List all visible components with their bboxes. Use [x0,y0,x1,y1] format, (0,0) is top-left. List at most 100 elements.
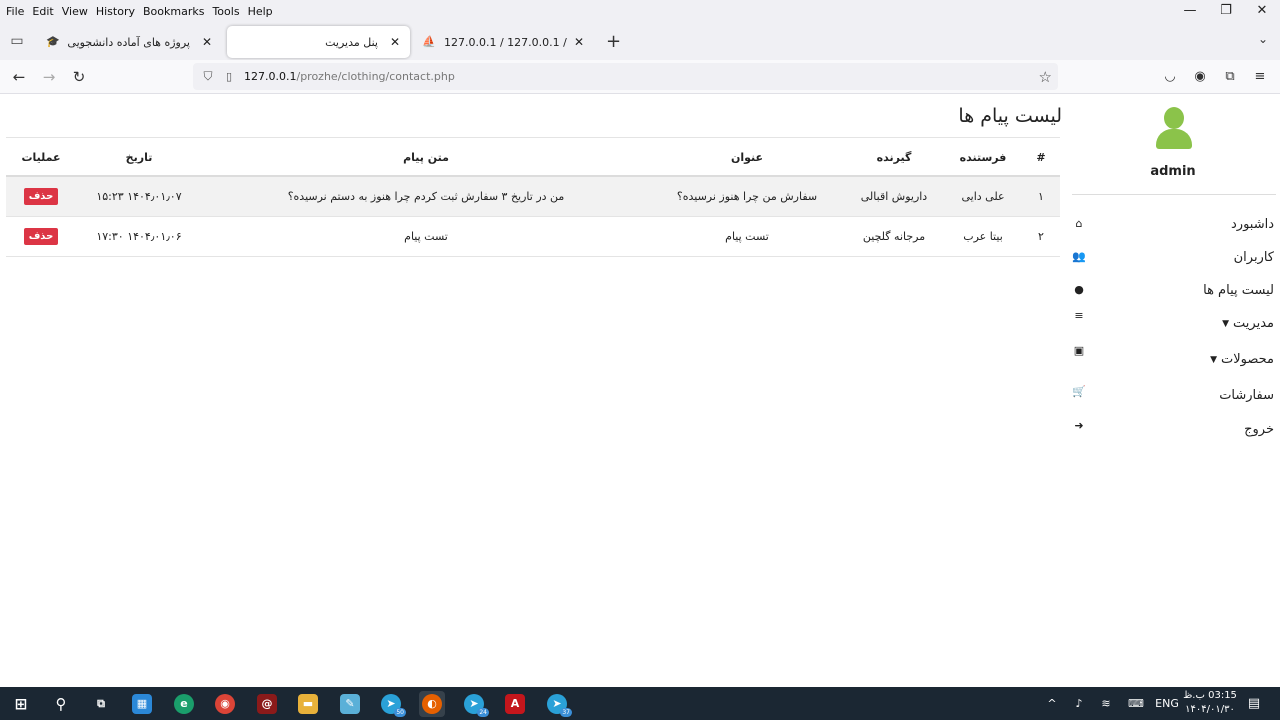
sidebar-item-dashboard[interactable]: ⌂ داشبورد [1070,217,1276,239]
bookmark-star-icon[interactable]: ☆ [1039,68,1052,86]
column-header-receiver: گیرنده [844,139,944,177]
tab-phpmyadmin[interactable]: ⛵ 127.0.0.1 / 127.0.0.1 / watch / u ✕ [414,26,594,58]
pocket-icon[interactable]: ◡ [1160,67,1180,87]
delete-button[interactable]: حذف [23,187,59,205]
chevron-down-icon[interactable]: ⌄ [1258,32,1268,46]
tab-title: پروژه های آماده دانشجویی [67,35,190,49]
row-actions: حذف [6,216,76,257]
sidebar-item-label: کاربران [1233,250,1274,265]
chrome-icon[interactable]: ◉ [212,691,238,717]
volume-icon[interactable]: ♪ [1070,687,1088,720]
sidebar-item-label: محصولات ▼ [1210,352,1274,367]
clock-date: ۱۴۰۴/۰۱/۳۰ [1185,704,1235,715]
window-controls: — ❐ ✕ [1172,0,1280,22]
sidebar-item-label: لیست پیام ها [1203,283,1274,298]
cart-icon: 🛒 [1072,385,1086,398]
telegram-icon[interactable]: ➤ 24 [461,691,489,717]
row-sender: بیتا عرب [944,216,1022,257]
column-header-sender: فرستنده [944,139,1022,177]
store-icon[interactable]: ▦ [129,691,155,717]
close-tab-icon[interactable]: ✕ [570,35,588,49]
row-number: ۱ [1022,176,1060,217]
page-title: لیست پیام ها [958,105,1062,127]
edge-icon[interactable]: e [171,691,197,717]
app-red-icon[interactable]: @ [254,691,280,717]
delete-button[interactable]: حذف [23,227,59,245]
sidebar-item-messages[interactable]: ● لیست پیام ها [1070,283,1276,305]
tab-title: پنل مدیریت [325,35,378,49]
page-icon[interactable]: ▯ [222,70,236,83]
column-header-date: تاریخ [76,139,202,177]
table-header-row: # فرستنده گیرنده عنوان متن پیام تاریخ عم… [6,139,1060,177]
notepad-icon[interactable]: ✎ [337,691,363,717]
url-text[interactable]: 127.0.0.1/prozhe/clothing/contact.php [244,70,455,83]
wifi-icon[interactable]: ≋ [1097,687,1115,720]
row-date: ۱۴۰۴٫۰۱٫۰۷ ۱۵:۲۳ [76,176,202,217]
menu-items: File Edit View History Bookmarks Tools H… [0,5,277,18]
acrobat-icon[interactable]: A [502,691,528,717]
sidebar-item-management[interactable]: ≡ مدیریت▼ [1070,309,1276,338]
restore-icon[interactable]: ❐ [1208,0,1244,22]
nav-bar: ← → ↻ ⛉ ▯ 127.0.0.1/prozhe/clothing/cont… [0,60,1280,94]
sidebar-item-label: داشبورد [1231,217,1274,232]
telegram-icon[interactable]: ➤ 50 [378,691,406,717]
extensions-icon[interactable]: ⧉ [1220,67,1240,87]
chevron-up-icon[interactable]: ^ [1044,687,1060,720]
menu-tools[interactable]: Tools [208,5,243,18]
windows-start-icon[interactable]: ⊞ [8,691,34,717]
menu-view[interactable]: View [58,5,92,18]
tab-admin-panel[interactable]: پنل مدیریت ✕ [227,26,410,58]
file-explorer-icon[interactable]: ▬ [295,691,321,717]
title-divider [6,137,1060,138]
reload-icon[interactable]: ↻ [68,66,90,88]
box-icon: ▣ [1073,344,1085,357]
menu-edit[interactable]: Edit [28,5,57,18]
sidebar-item-users[interactable]: 👥 کاربران [1070,250,1276,272]
phpmyadmin-icon: ⛵ [422,35,436,48]
row-receiver: مرجانه گلچین [844,216,944,257]
tab-projects[interactable]: 🎓 پروژه های آماده دانشجویی ✕ [38,26,222,58]
task-view-icon[interactable]: ⧉ [88,691,114,717]
users-icon: 👥 [1072,250,1086,263]
column-header-number: # [1022,139,1060,177]
hamburger-menu-icon[interactable]: ≡ [1250,67,1270,87]
row-receiver: داریوش اقبالی [844,176,944,217]
telegram-badge: 50 [394,708,406,717]
messages-table: # فرستنده گیرنده عنوان متن پیام تاریخ عم… [6,139,1060,257]
management-label: مدیریت [1233,316,1274,331]
menu-bookmarks[interactable]: Bookmarks [139,5,208,18]
url-bar[interactable]: ⛉ ▯ 127.0.0.1/prozhe/clothing/contact.ph… [193,63,1058,90]
close-tab-icon[interactable]: ✕ [198,35,216,49]
language-indicator[interactable]: ENG [1154,687,1180,720]
taskbar: ⊞ ⚲ ⧉ ▦ e ◉ @ ▬ ✎ ➤ 50 ◐ ➤ 24 A ➤ 37 ^ ♪ ≋ … [0,687,1280,720]
tab-bar: ▭ 🎓 پروژه های آماده دانشجویی ✕ پنل مدیری… [0,22,1280,60]
forward-icon[interactable]: → [38,66,60,88]
keyboard-icon[interactable]: ⌨ [1124,687,1148,720]
firefox-icon[interactable]: ◐ [419,691,445,717]
telegram-icon[interactable]: ➤ 37 [544,691,572,717]
minimize-icon[interactable]: — [1172,0,1208,22]
sidebar-item-products[interactable]: ▣ محصولات ▼ [1070,344,1276,374]
back-icon[interactable]: ← [8,66,30,88]
clock[interactable]: 03:15 ب.ظ ۱۴۰۴/۰۱/۳۰ [1180,689,1240,717]
menu-help[interactable]: Help [244,5,277,18]
admin-username: admin [1150,164,1196,179]
close-window-icon[interactable]: ✕ [1244,0,1280,22]
shield-icon[interactable]: ⛉ [200,69,216,84]
menu-history[interactable]: History [92,5,139,18]
comment-icon: ● [1074,283,1084,296]
account-icon[interactable]: ◉ [1190,67,1210,87]
sidebar-item-orders[interactable]: 🛒 سفارشات [1070,385,1276,410]
menu-file[interactable]: File [2,5,28,18]
search-icon[interactable]: ⚲ [48,691,74,717]
new-tab-icon[interactable]: + [606,31,621,52]
telegram-badge: 37 [560,708,572,717]
close-tab-icon[interactable]: ✕ [386,35,404,49]
notification-icon[interactable]: ▤ [1244,687,1264,720]
firefox-view-icon[interactable]: ▭ [8,32,26,50]
caret-down-icon: ▼ [1210,354,1217,365]
page-content: admin ⌂ داشبورد 👥 کاربران ● لیست پیام ها… [0,95,1280,685]
sidebar-item-logout[interactable]: ➜ خروج [1070,419,1276,444]
tab-title: 127.0.0.1 / 127.0.0.1 / watch / u [444,35,570,49]
column-header-text: متن پیام [202,139,650,177]
